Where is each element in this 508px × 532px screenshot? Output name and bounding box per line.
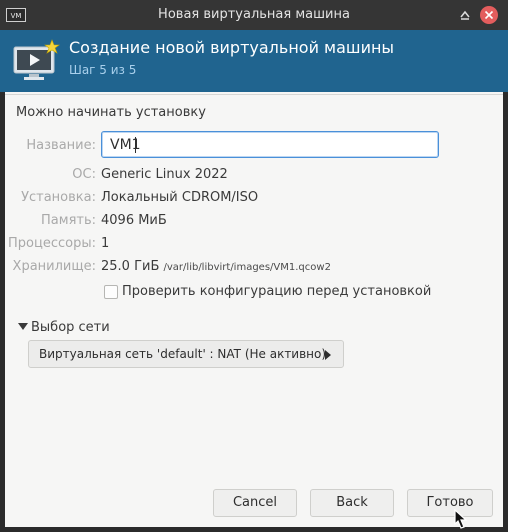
storage-label: Хранилище:	[12, 259, 96, 274]
title-bar: VM Новая виртуальная машина	[0, 0, 508, 30]
wizard-header: Создание новой виртуальной машины Шаг 5 …	[0, 30, 508, 92]
network-select-button[interactable]: Виртуальная сеть 'default' : NAT (Не акт…	[28, 340, 344, 368]
verify-config-label[interactable]: Проверить конфигурацию перед установкой	[122, 284, 431, 299]
text-caret	[135, 137, 136, 153]
os-label: ОС:	[72, 167, 96, 182]
storage-value: 25.0 ГиБ /var/lib/libvirt/images/VM1.qco…	[101, 259, 331, 274]
wizard-title: Создание новой виртуальной машины	[69, 38, 395, 57]
memory-label: Память:	[41, 213, 96, 228]
ready-text: Можно начинать установку	[16, 105, 206, 120]
wizard-step: Шаг 5 из 5	[69, 63, 137, 77]
storage-size: 25.0 ГиБ	[101, 259, 160, 274]
finish-button[interactable]: Готово	[407, 489, 493, 517]
storage-path: /var/lib/libvirt/images/VM1.qcow2	[163, 262, 331, 273]
name-label: Название:	[26, 138, 96, 153]
name-field[interactable]: VM1	[101, 131, 439, 158]
divider	[5, 94, 503, 95]
network-value: Виртуальная сеть 'default' : NAT (Не акт…	[39, 347, 327, 361]
cpu-value: 1	[101, 236, 110, 251]
cpu-label: Процессоры:	[8, 236, 96, 251]
verify-config-checkbox[interactable]	[104, 285, 118, 299]
install-label: Установка:	[21, 190, 96, 205]
memory-value: 4096 МиБ	[101, 213, 167, 228]
restore-icon[interactable]	[456, 6, 474, 24]
close-icon[interactable]	[480, 6, 498, 24]
chevron-right-icon	[325, 350, 331, 360]
window-title: Новая виртуальная машина	[158, 7, 350, 22]
os-value: Generic Linux 2022	[101, 167, 228, 182]
install-value: Локальный CDROM/ISO	[101, 190, 259, 205]
back-button[interactable]: Back	[310, 489, 394, 517]
mouse-pointer-icon	[454, 509, 468, 529]
network-section-label: Выбор сети	[31, 320, 110, 335]
expander-down-icon	[18, 323, 28, 330]
monitor-play-icon	[13, 39, 60, 80]
network-expander[interactable]: Выбор сети	[18, 320, 110, 335]
cancel-button[interactable]: Cancel	[213, 489, 297, 517]
